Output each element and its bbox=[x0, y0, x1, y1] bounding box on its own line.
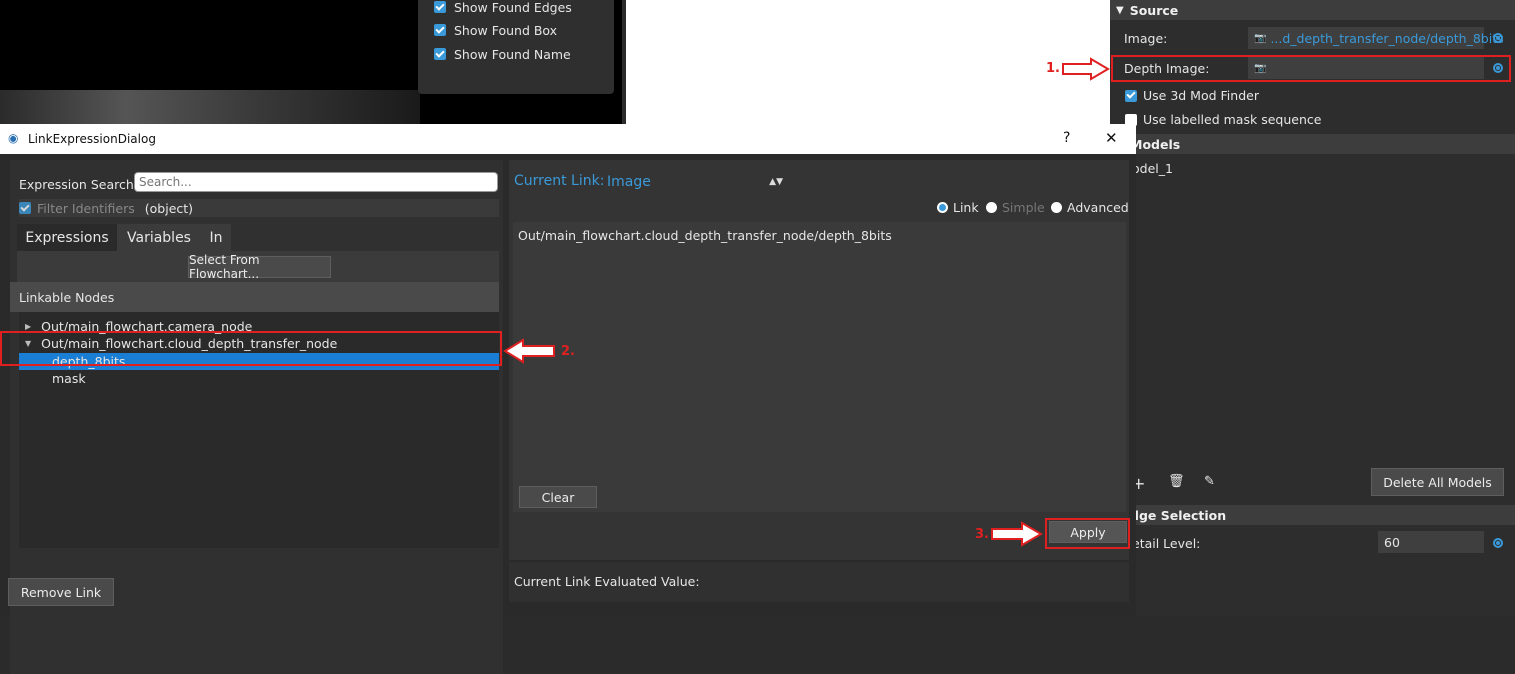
checkbox-icon bbox=[434, 48, 446, 60]
detail-level-label: etail Level: bbox=[1132, 536, 1201, 551]
detail-level-input[interactable]: 60 bbox=[1378, 531, 1484, 553]
properties-panel: ▼ Source Image: 📷 ...d_depth_transfer_no… bbox=[1110, 0, 1515, 616]
tab-variables[interactable]: Variables bbox=[117, 224, 201, 251]
checkbox-icon bbox=[434, 24, 446, 36]
mode-advanced-radio[interactable]: Advanced bbox=[1051, 200, 1129, 215]
show-found-name-option[interactable]: Show Found Name bbox=[434, 44, 571, 64]
show-found-box-option[interactable]: Show Found Box bbox=[434, 20, 557, 40]
dialog-titlebar[interactable]: ◉ LinkExpressionDialog ? ✕ bbox=[0, 124, 1136, 154]
link-expression-dialog: ◉ LinkExpressionDialog ? ✕ Expression Se… bbox=[0, 124, 1136, 674]
trash-icon[interactable]: 🗑 bbox=[1168, 474, 1185, 489]
checkbox-icon bbox=[1125, 89, 1137, 102]
annotation-step-1: 1. bbox=[1046, 61, 1060, 76]
expression-editor[interactable]: Out/main_flowchart.cloud_depth_transfer_… bbox=[513, 222, 1126, 512]
annotation-arrow-left-icon bbox=[503, 338, 555, 364]
delete-all-models-button[interactable]: Delete All Models bbox=[1371, 468, 1504, 496]
expand-arrow-icon: ▶ bbox=[25, 322, 32, 331]
image-link-field[interactable]: 📷 ...d_depth_transfer_node/depth_8bits bbox=[1248, 27, 1504, 49]
link-indicator-icon[interactable] bbox=[1493, 538, 1503, 548]
collapse-triangle-icon: ▼ bbox=[1116, 4, 1124, 16]
app-eye-icon: ◉ bbox=[8, 131, 19, 145]
current-link-label: Current Link: bbox=[514, 173, 605, 189]
models-section-header[interactable]: Models bbox=[1110, 134, 1515, 154]
radio-icon bbox=[1051, 202, 1062, 213]
annotation-box-3 bbox=[1045, 518, 1130, 549]
filter-identifiers-row[interactable]: Filter Identifiers (object) bbox=[19, 199, 499, 217]
dropdown-arrows-icon: ▲▼ bbox=[769, 177, 783, 187]
annotation-step-3: 3. bbox=[975, 527, 989, 542]
radio-icon bbox=[986, 202, 997, 213]
annotation-arrow-right-icon bbox=[991, 521, 1043, 547]
annotation-box-1 bbox=[1111, 55, 1511, 82]
show-found-edges-option[interactable]: Show Found Edges bbox=[434, 0, 572, 17]
expression-search-input[interactable] bbox=[134, 172, 498, 192]
annotation-step-2: 2. bbox=[561, 344, 575, 359]
evaluated-value-row: Current Link Evaluated Value: bbox=[509, 562, 1129, 602]
use-labelled-mask-checkbox[interactable]: Use labelled mask sequence bbox=[1125, 112, 1321, 127]
expression-text: Out/main_flowchart.cloud_depth_transfer_… bbox=[518, 228, 892, 243]
mode-link-radio[interactable]: Link bbox=[937, 200, 979, 215]
current-link-select[interactable]: Image ▲▼ bbox=[607, 172, 783, 192]
expression-search-label: Expression Search: bbox=[19, 177, 138, 192]
edit-pencil-icon[interactable]: ✎ bbox=[1204, 474, 1215, 489]
remove-link-button[interactable]: Remove Link bbox=[8, 578, 114, 606]
model-list-item[interactable]: odel_1 bbox=[1132, 161, 1173, 176]
tab-in[interactable]: In bbox=[201, 224, 231, 251]
help-button[interactable]: ? bbox=[1063, 130, 1070, 146]
checkbox-icon bbox=[19, 202, 31, 214]
current-link-pane: Current Link: Image ▲▼ Link Simple Advan… bbox=[509, 160, 1129, 560]
linkable-nodes-header: Linkable Nodes bbox=[10, 282, 499, 312]
evaluated-value-label: Current Link Evaluated Value: bbox=[514, 574, 700, 589]
preview-panel bbox=[626, 0, 1110, 124]
use-3d-mod-finder-checkbox[interactable]: Use 3d Mod Finder bbox=[1125, 88, 1259, 103]
radio-icon bbox=[937, 202, 948, 213]
checkbox-icon bbox=[434, 1, 446, 13]
source-section-header[interactable]: ▼ Source bbox=[1110, 0, 1515, 20]
tab-expressions[interactable]: Expressions bbox=[17, 224, 117, 251]
image-label: Image: bbox=[1124, 31, 1168, 46]
edge-selection-section-header[interactable]: dge Selection bbox=[1110, 505, 1515, 525]
overlay-options-menu: Show Found Edges Show Found Box Show Fou… bbox=[418, 0, 614, 94]
link-indicator-icon[interactable] bbox=[1493, 33, 1503, 43]
close-button[interactable]: ✕ bbox=[1105, 129, 1118, 147]
select-from-flowchart-button[interactable]: Select From Flowchart... bbox=[188, 253, 331, 281]
annotation-arrow-right-icon bbox=[1062, 57, 1110, 81]
annotation-box-2 bbox=[0, 331, 502, 366]
tree-item-mask[interactable]: mask bbox=[52, 370, 86, 387]
camera-icon: 📷 bbox=[1254, 32, 1267, 44]
clear-button[interactable]: Clear bbox=[519, 486, 597, 508]
mode-simple-radio[interactable]: Simple bbox=[986, 200, 1045, 215]
dialog-title: LinkExpressionDialog bbox=[28, 132, 156, 146]
